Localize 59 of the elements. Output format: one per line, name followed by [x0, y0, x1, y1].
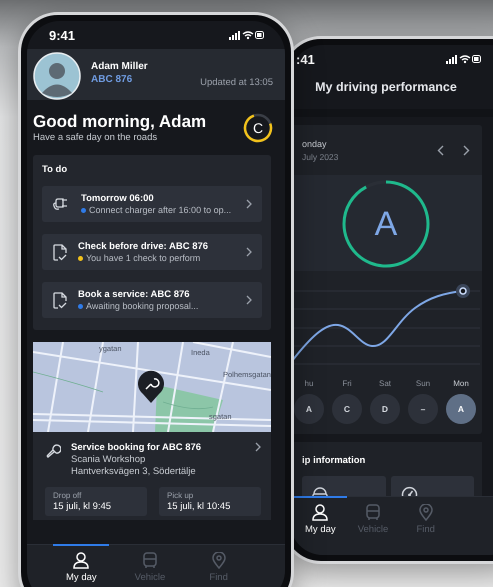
document-check-icon — [53, 292, 68, 308]
avatar — [33, 52, 81, 100]
workshop-address: Hantverksvägen 3, Södertälje — [71, 466, 197, 477]
todo-status: Connect charger after 16:00 to op... — [89, 205, 232, 215]
todo-title: Check before drive: ABC 876 — [78, 241, 210, 252]
slot-label: Pick up — [167, 491, 194, 500]
truck-icon — [142, 552, 158, 569]
todo-item[interactable]: Check before drive: ABC 876 You have 1 check to perform — [42, 234, 262, 270]
weekday-label: Sat — [378, 379, 391, 388]
person-icon — [73, 552, 90, 569]
todo-title: Tomorrow 06:00 — [81, 193, 155, 204]
workshop-name: Scania Workshop — [71, 454, 146, 465]
time-slot[interactable]: Drop off 15 juli, kl 9:45 — [45, 487, 147, 516]
todo-status: You have 1 check to perform — [86, 253, 200, 263]
slot-time: 15 juli, kl 10:45 — [167, 501, 232, 512]
chevron-right-icon — [246, 247, 252, 257]
nav-tab[interactable]: My day — [53, 544, 110, 587]
slot-time: 15 juli, kl 9:45 — [53, 501, 112, 512]
greeting-subtitle: Have a safe day on the roads — [33, 132, 158, 143]
grade-letter: C — [252, 118, 264, 138]
vehicle-plate: ABC 876 — [91, 74, 134, 84]
location-pin-icon — [210, 552, 227, 569]
todo-status: Awaiting booking proposal... — [86, 301, 198, 311]
day-grade-button[interactable]: D — [370, 394, 400, 424]
day-grade-button[interactable]: A — [446, 394, 476, 424]
location-pin-icon — [418, 504, 434, 521]
day-label: onday — [302, 138, 328, 148]
day-grade-button[interactable]: C — [332, 394, 362, 424]
chevron-right-icon — [255, 442, 261, 452]
todo-item[interactable]: Tomorrow 06:00 Connect charger after 16:00 to op... — [42, 186, 262, 222]
speedometer-icon — [400, 486, 418, 496]
chevron-right-icon — [246, 295, 252, 305]
weekday-label: Fri — [342, 379, 352, 388]
status-icons — [229, 30, 265, 40]
person-icon — [312, 504, 328, 521]
greeting-title: Good morning, Adam — [33, 112, 208, 132]
weekday-label: Sun — [416, 379, 430, 388]
date-label: July 2023 — [302, 152, 340, 162]
section-title: To do — [42, 164, 68, 175]
status-icons — [446, 54, 482, 64]
day-grade-button[interactable]: A — [294, 394, 324, 424]
status-time: :41 — [296, 52, 315, 66]
weekday-label: hu — [304, 379, 314, 388]
section-title: ip information — [302, 455, 366, 466]
day-grade-button[interactable]: – — [408, 394, 438, 424]
updated-time: Updated at 13:05 — [200, 77, 273, 88]
user-name: Adam Miller — [91, 60, 148, 72]
chevron-right-icon — [246, 199, 252, 209]
document-check-icon — [53, 244, 68, 260]
booking-title: Service booking for ABC 876 — [71, 442, 202, 453]
truck-icon — [365, 504, 381, 521]
weekday-label: Mon — [453, 379, 469, 388]
time-slot[interactable]: Pick up 15 juli, kl 10:45 — [159, 487, 261, 516]
dashboard-icon — [312, 486, 328, 496]
status-time: 9:41 — [49, 28, 76, 42]
todo-title: Book a service: ABC 876 — [78, 289, 191, 300]
slot-label: Drop off — [53, 491, 82, 500]
grade-letter: A — [374, 204, 398, 244]
todo-item[interactable]: Book a service: ABC 876 Awaiting booking proposal... — [42, 282, 262, 318]
